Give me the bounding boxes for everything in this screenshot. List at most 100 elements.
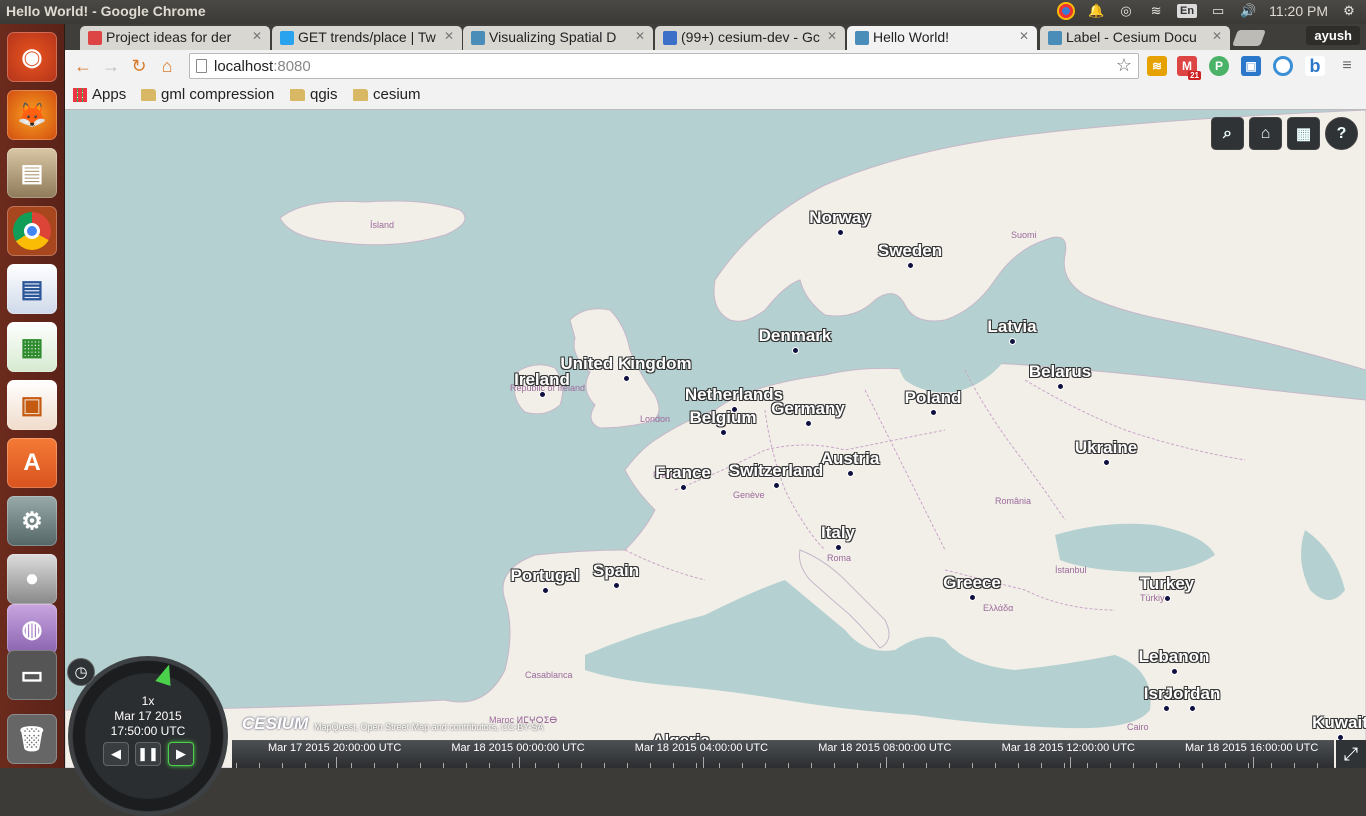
screenshot-extension-icon[interactable]: ▣ (1241, 56, 1261, 76)
city-point[interactable] (930, 409, 937, 416)
chrome-menu-icon[interactable]: ≡ (1337, 56, 1357, 76)
volume-icon[interactable]: 🔊 (1239, 2, 1257, 20)
clock[interactable]: 11:20 PM (1269, 3, 1328, 19)
city-point[interactable] (792, 347, 799, 354)
tab-hello-world[interactable]: Hello World! ✕ (847, 26, 1037, 50)
extension-icon[interactable]: ≋ (1147, 56, 1167, 76)
keyboard-layout-indicator[interactable]: En (1177, 4, 1198, 18)
cesium-map-viewer[interactable]: Ísland Republic of Ireland London France Gen… (65, 110, 1366, 768)
city-point[interactable] (680, 484, 687, 491)
city-point[interactable] (835, 544, 842, 551)
city-point[interactable] (805, 420, 812, 427)
tab-twitter-trends[interactable]: GET trends/place | Tw ✕ (272, 26, 462, 50)
city-point[interactable] (1057, 383, 1064, 390)
animation-time: 17:50:00 UTC (110, 724, 186, 738)
city-point[interactable] (773, 482, 780, 489)
writer-icon[interactable]: ▤ (7, 264, 57, 314)
circle-extension-icon[interactable] (1273, 56, 1293, 76)
close-tab-icon[interactable]: ✕ (252, 29, 262, 43)
city-point[interactable] (613, 582, 620, 589)
timeline-minor-tick (1133, 763, 1134, 768)
city-point[interactable] (1103, 459, 1110, 466)
realtime-clock-button[interactable]: ◷ (67, 658, 95, 686)
tab-visualizing-spatial[interactable]: Visualizing Spatial D ✕ (463, 26, 653, 50)
trash-icon[interactable]: 🗑 (7, 714, 57, 764)
impress-icon[interactable]: ▣ (7, 380, 57, 430)
tab-project-ideas[interactable]: Project ideas for der ✕ (80, 26, 270, 50)
city-point[interactable] (539, 391, 546, 398)
city-point[interactable] (1009, 338, 1016, 345)
system-settings-icon[interactable]: ⚙ (7, 496, 57, 546)
play-button[interactable]: ▶ (168, 742, 194, 766)
top-panel: Hello World! - Google Chrome 🔔 ◎ ≋ En ▭ … (0, 0, 1366, 24)
city-point[interactable] (1163, 705, 1170, 712)
city-point[interactable] (542, 587, 549, 594)
geocoder-search-button[interactable]: ⌕ (1211, 117, 1244, 150)
timeline-minor-tick (581, 763, 582, 768)
bookmark-folder-qgis[interactable]: qgis (290, 86, 338, 103)
ubuntu-dash-icon[interactable]: ◉ (7, 32, 57, 82)
close-tab-icon[interactable]: ✕ (635, 29, 645, 43)
bookmark-folder-cesium[interactable]: cesium (353, 86, 421, 103)
app-icon[interactable]: ◍ (7, 604, 57, 654)
home-view-button[interactable]: ⌂ (1249, 117, 1282, 150)
city-point[interactable] (1171, 668, 1178, 675)
pidgin-icon[interactable]: ● (7, 554, 57, 604)
close-tab-icon[interactable]: ✕ (1212, 29, 1222, 43)
map-place-label: România (995, 496, 1032, 506)
close-tab-icon[interactable]: ✕ (827, 29, 837, 43)
settings-gear-icon[interactable]: ⚙ (1340, 2, 1358, 20)
profile-button[interactable]: ayush (1306, 26, 1360, 45)
close-tab-icon[interactable]: ✕ (1019, 29, 1029, 43)
bookmark-folder-gml[interactable]: gml compression (141, 86, 274, 103)
battery-icon[interactable]: ▭ (1209, 2, 1227, 20)
chrome-launcher-icon[interactable] (7, 206, 57, 256)
chrome-tray-icon[interactable] (1057, 2, 1076, 20)
bookmark-star-icon[interactable]: ☆ (1116, 55, 1132, 76)
back-arrow-icon[interactable]: ← (73, 56, 93, 76)
city-point[interactable] (837, 229, 844, 236)
city-point[interactable] (720, 429, 727, 436)
forward-arrow-icon[interactable]: → (101, 56, 121, 76)
tab-cesium-dev[interactable]: (99+) cesium-dev - Gc ✕ (655, 26, 845, 50)
network-icon[interactable]: ◎ (1117, 2, 1135, 20)
software-center-icon[interactable]: A (7, 438, 57, 488)
base-layer-picker-button[interactable]: ▦ (1287, 117, 1320, 150)
pushbullet-icon[interactable]: P (1209, 56, 1229, 76)
timeline-label: Mar 18 2015 16:00:00 UTC (1185, 742, 1319, 754)
tab-label-cesium-docs[interactable]: Label - Cesium Docu ✕ (1040, 26, 1230, 50)
calc-icon[interactable]: ▦ (7, 322, 57, 372)
city-point[interactable] (623, 375, 630, 382)
apps-shortcut[interactable]: Apps (73, 86, 126, 103)
city-label: Italy (820, 523, 856, 542)
city-point[interactable] (847, 470, 854, 477)
new-tab-button[interactable] (1232, 30, 1266, 46)
tab-strip: Project ideas for der ✕ GET trends/place… (65, 24, 1366, 50)
firefox-icon[interactable]: 🦊 (7, 90, 57, 140)
city-point[interactable] (969, 594, 976, 601)
folder-icon (141, 88, 156, 101)
timeline-minor-tick (765, 763, 766, 768)
pause-button[interactable]: ❚❚ (135, 742, 161, 766)
files-icon[interactable]: ▤ (7, 148, 57, 198)
reload-icon[interactable]: ↻ (129, 56, 149, 76)
bitly-extension-icon[interactable]: b (1305, 56, 1325, 76)
city-point[interactable] (907, 262, 914, 269)
cesium-logo[interactable]: CESIUM (242, 714, 308, 734)
twitter-icon (280, 31, 294, 45)
address-bar[interactable]: localhost:8080 ☆ (189, 53, 1139, 79)
gmail-checker-icon[interactable]: M 21 (1177, 56, 1201, 80)
timeline[interactable]: Mar 17 2015 20:00:00 UTC Mar 18 2015 00:0… (232, 740, 1334, 768)
timeline-minor-tick (1202, 763, 1203, 768)
city-point[interactable] (1189, 705, 1196, 712)
city-point[interactable] (1164, 595, 1171, 602)
wifi-icon[interactable]: ≋ (1147, 2, 1165, 20)
notification-bell-icon[interactable]: 🔔 (1087, 2, 1105, 20)
workspace-switcher-icon[interactable]: ▭ (7, 650, 57, 700)
home-page-icon[interactable]: ⌂ (157, 56, 177, 76)
play-reverse-button[interactable]: ◀ (103, 742, 129, 766)
close-tab-icon[interactable]: ✕ (444, 29, 454, 43)
timeline-minor-tick (535, 763, 536, 768)
fullscreen-button[interactable]: ⤢ (1336, 740, 1366, 768)
help-button[interactable]: ? (1325, 117, 1358, 150)
